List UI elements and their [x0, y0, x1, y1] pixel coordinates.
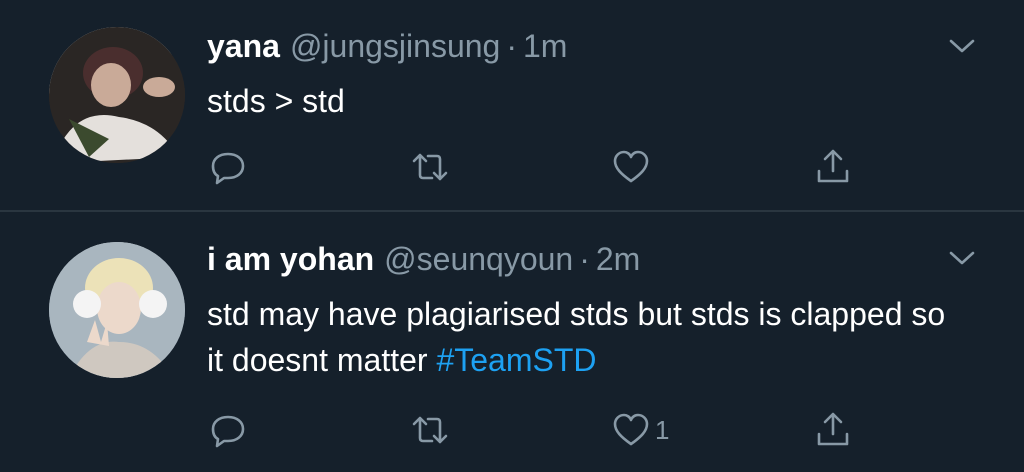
retweet-button[interactable]: [410, 408, 450, 452]
heart-icon: [613, 150, 649, 183]
timestamp[interactable]: 1m: [523, 28, 567, 64]
like-button[interactable]: 1: [611, 408, 669, 452]
share-icon: [817, 149, 849, 183]
retweet-icon: [412, 153, 448, 181]
heart-icon: [613, 413, 649, 446]
like-button[interactable]: [611, 145, 655, 189]
tweet-actions: [0, 145, 1024, 189]
share-icon: [817, 412, 849, 446]
tweet-header: yana @jungsjinsung · 1m: [207, 26, 567, 66]
reply-icon: [211, 415, 245, 448]
avatar[interactable]: [49, 27, 185, 163]
display-name[interactable]: yana: [207, 28, 280, 64]
reply-button[interactable]: [208, 408, 248, 452]
share-button[interactable]: [813, 408, 853, 452]
tweet[interactable]: yana @jungsjinsung · 1m stds > std: [0, 0, 1024, 211]
chevron-down-icon[interactable]: [946, 34, 978, 58]
retweet-icon: [412, 416, 448, 444]
separator: ·: [579, 241, 590, 277]
timestamp[interactable]: 2m: [596, 241, 640, 277]
tweet-header: i am yohan @seunqyoun · 2m: [207, 239, 640, 279]
timeline: yana @jungsjinsung · 1m stds > std i am …: [0, 0, 1024, 472]
tweet-text: std may have plagiarised stds but stds i…: [207, 296, 946, 378]
user-handle[interactable]: @seunqyoun: [384, 241, 573, 277]
avatar[interactable]: [49, 242, 185, 378]
like-count: 1: [655, 414, 670, 445]
display-name[interactable]: i am yohan: [207, 241, 374, 277]
tweet[interactable]: i am yohan @seunqyoun · 2m std may have pla…: [0, 212, 1024, 472]
tweet-actions: 1: [0, 408, 1024, 452]
reply-button[interactable]: [208, 145, 248, 189]
tweet-text: stds > std: [207, 83, 345, 119]
reply-icon: [211, 152, 245, 185]
user-handle[interactable]: @jungsjinsung: [290, 28, 500, 64]
share-button[interactable]: [813, 145, 853, 189]
chevron-down-icon[interactable]: [946, 246, 978, 270]
retweet-button[interactable]: [410, 145, 450, 189]
separator: ·: [506, 28, 517, 64]
hashtag-link[interactable]: #TeamSTD: [436, 342, 596, 378]
